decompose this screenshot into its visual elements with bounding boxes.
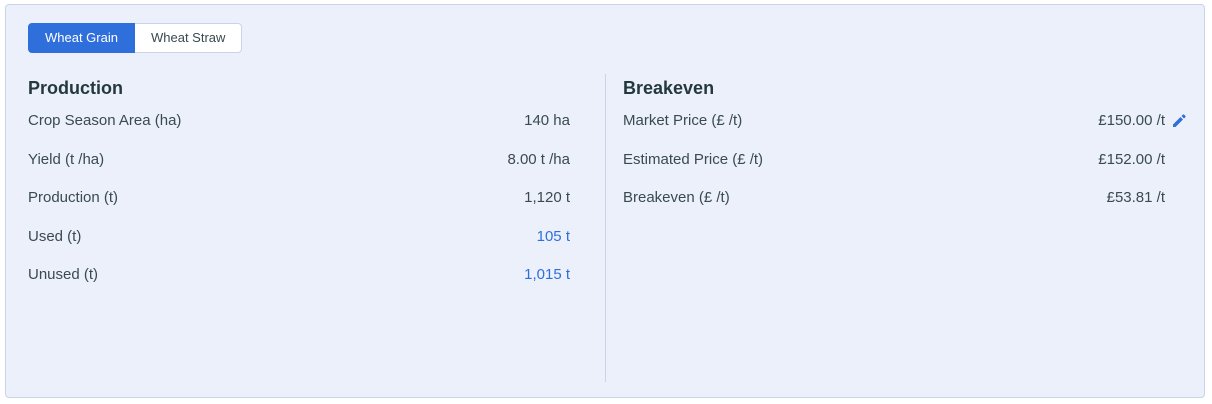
section-divider	[605, 74, 606, 382]
tab-wheat-straw[interactable]: Wheat Straw	[134, 23, 243, 53]
row-value: 140 ha	[524, 112, 570, 129]
row-label: Market Price (£ /t)	[623, 112, 743, 129]
breakeven-title: Breakeven	[623, 78, 715, 98]
production-row-yield: Yield (t /ha) 8.00 t /ha	[28, 149, 570, 171]
row-value: £150.00 /t	[1098, 112, 1165, 129]
production-row-area: Crop Season Area (ha) 140 ha	[28, 110, 570, 132]
row-value: 8.00 t /ha	[507, 151, 570, 168]
production-title: Production	[28, 78, 123, 98]
crop-tabs: Wheat Grain Wheat Straw	[28, 23, 243, 53]
row-value: £53.81 /t	[1106, 189, 1165, 206]
production-row-production: Production (t) 1,120 t	[28, 187, 570, 209]
breakeven-row-market-price: Market Price (£ /t) £150.00 /t	[623, 110, 1186, 132]
row-value: 1,120 t	[524, 189, 570, 206]
production-row-unused: Unused (t) 1,015 t	[28, 264, 570, 286]
tab-wheat-grain[interactable]: Wheat Grain	[28, 23, 135, 53]
row-label: Crop Season Area (ha)	[28, 112, 182, 129]
pencil-icon[interactable]	[1171, 113, 1187, 129]
row-label: Estimated Price (£ /t)	[623, 151, 764, 168]
row-value: £152.00 /t	[1098, 151, 1165, 168]
row-label: Unused (t)	[28, 266, 99, 283]
crop-summary-card: Wheat Grain Wheat Straw Production Crop …	[5, 4, 1205, 398]
row-label: Yield (t /ha)	[28, 151, 105, 168]
breakeven-row-estimated-price: Estimated Price (£ /t) £152.00 /t	[623, 149, 1165, 171]
row-label: Production (t)	[28, 189, 119, 206]
breakeven-row-breakeven: Breakeven (£ /t) £53.81 /t	[623, 187, 1165, 209]
unused-value-link[interactable]: 1,015 t	[524, 264, 570, 286]
row-label: Breakeven (£ /t)	[623, 189, 730, 206]
production-row-used: Used (t) 105 t	[28, 226, 570, 248]
row-label: Used (t)	[28, 228, 82, 245]
used-value-link[interactable]: 105 t	[537, 226, 570, 248]
